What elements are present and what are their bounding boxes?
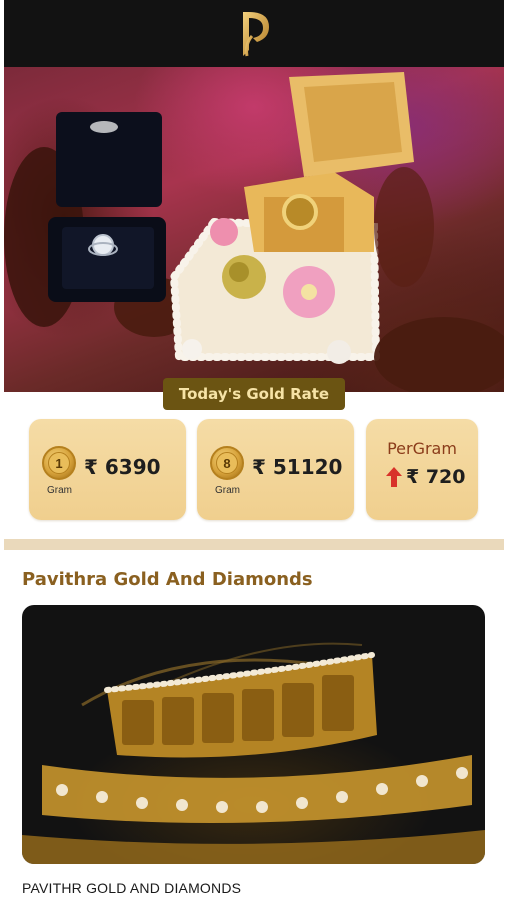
per-gram-value: ₹ 720 — [386, 466, 466, 488]
hero-banner — [4, 67, 504, 392]
pavithra-p-logo-icon[interactable] — [235, 6, 273, 62]
section-title: Pavithra Gold And Diamonds — [22, 569, 313, 590]
featured-jewelry-banner[interactable] — [22, 605, 485, 864]
top-bar — [4, 0, 504, 67]
rate-amount: ₹ 6390 — [84, 455, 161, 479]
gold-necklace-photo — [22, 642, 485, 864]
per-gram-amount: ₹ 720 — [406, 466, 466, 488]
badge-label: Today's Gold Rate — [178, 385, 330, 403]
gold-coin-icon: 8 — [210, 446, 244, 480]
jewelry-ring-boxes-photo — [4, 72, 504, 392]
rate-unit: Gram — [215, 485, 240, 496]
gold-rate-card-1-gram[interactable]: 1 ₹ 6390 Gram — [29, 419, 186, 520]
featured-caption: PAVITHR GOLD AND DIAMONDS — [22, 880, 242, 896]
gold-coin-icon: 1 — [42, 446, 76, 480]
app-screen: Today's Gold Rate 1 ₹ 6390 Gram 8 ₹ 5112… — [0, 0, 507, 900]
gold-rate-card-8-gram[interactable]: 8 ₹ 51120 Gram — [197, 419, 354, 520]
rate-unit: Gram — [47, 485, 72, 496]
coin-quantity: 1 — [55, 455, 63, 471]
rate-amount: ₹ 51120 — [252, 455, 343, 479]
section-divider — [4, 539, 504, 550]
todays-gold-rate-badge: Today's Gold Rate — [163, 378, 345, 410]
per-gram-card[interactable]: PerGram ₹ 720 — [366, 419, 478, 520]
per-gram-label: PerGram — [387, 439, 457, 458]
coin-quantity: 8 — [223, 455, 231, 471]
arrow-up-icon — [386, 467, 402, 487]
